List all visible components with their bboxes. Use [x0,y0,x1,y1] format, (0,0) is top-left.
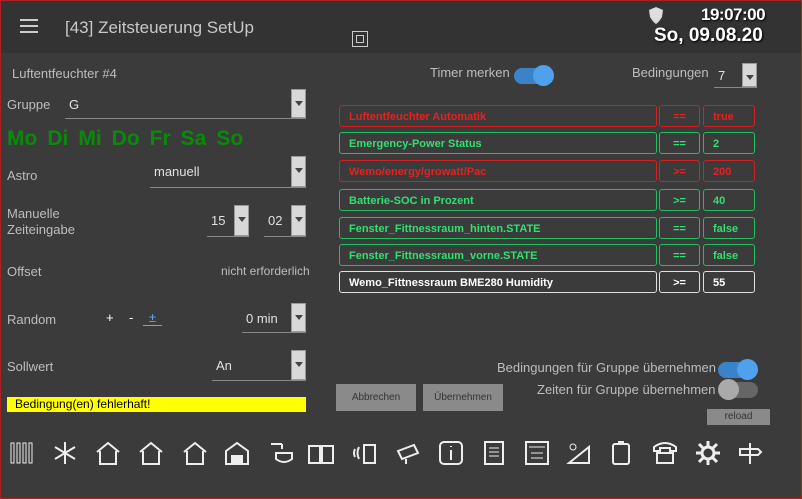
day-so[interactable]: So [216,127,243,150]
header-bar: [43] Zeitsteuerung SetUp 19:07:00 So, 09… [1,1,801,53]
clock-time: 19:07:00 [701,5,766,24]
random-plusminus-button[interactable]: ± [143,310,162,326]
day-di[interactable]: Di [47,127,68,150]
camera-icon[interactable] [394,439,422,467]
reload-button[interactable]: reload [707,409,770,425]
astro-label: Astro [7,168,38,183]
manual-time-label-2: Zeiteingabe [7,222,75,237]
qr-icon[interactable] [352,31,368,47]
solar-icon[interactable] [565,439,593,467]
astro-select[interactable]: manuell [150,156,306,188]
sollwert-label: Sollwert [7,359,54,374]
condition-operator[interactable]: == [659,132,700,154]
group-times-label: Zeiten für Gruppe übernehmen [537,382,716,397]
shield-icon [649,7,663,24]
chevron-down-icon [742,63,757,87]
chevron-down-icon [291,89,306,118]
menu-icon[interactable] [20,19,38,33]
garage-icon[interactable] [223,439,251,467]
house-og-icon[interactable] [137,439,165,467]
conditions-count-select[interactable]: 7 [714,63,757,88]
weekday-selector: Mo Di Mi Do Fr Sa So [7,127,253,151]
house-dg-icon[interactable] [181,439,209,467]
radiator-icon[interactable] [7,439,35,467]
condition-name[interactable]: Emergency-Power Status [339,132,657,154]
condition-operator[interactable]: >= [659,160,700,182]
app-window: [43] Zeitsteuerung SetUp 19:07:00 So, 09… [0,0,802,499]
snowflake-icon[interactable] [51,439,79,467]
random-label: Random [7,312,57,327]
condition-name[interactable]: Wemo/energy/growatt/Pac [339,160,657,182]
apply-button[interactable]: Übernehmen [423,384,503,411]
device-name: Luftentfeuchter #4 [12,66,117,81]
condition-name[interactable]: Wemo_Fittnessraum BME280 Humidity [339,271,657,293]
random-minus-button[interactable]: - [129,310,133,325]
battery-icon[interactable] [607,439,635,467]
timer-toggle[interactable] [514,65,554,86]
day-fr[interactable]: Fr [150,127,171,150]
chevron-down-icon [291,156,306,187]
page-title: [43] Zeitsteuerung SetUp [65,18,255,37]
sollwert-select[interactable]: An [212,350,306,381]
offset-label: Offset [7,264,42,279]
condition-value[interactable]: 55 [703,271,755,293]
condition-value[interactable]: 200 [703,160,755,182]
chevron-down-icon [234,205,249,236]
hour-select[interactable]: 15 [207,205,249,237]
shower-icon[interactable] [266,439,294,467]
random-plus-button[interactable]: + [106,310,114,325]
condition-value[interactable]: false [703,244,755,266]
bottom-toolbar [1,429,801,485]
signal-icon[interactable] [351,439,379,467]
info-icon[interactable] [437,439,465,467]
group-times-toggle[interactable] [718,379,758,400]
condition-name[interactable]: Batterie-SOC in Prozent [339,189,657,211]
conditions-count-label: Bedingungen [632,65,709,80]
day-mi[interactable]: Mi [78,127,101,150]
day-mo[interactable]: Mo [7,127,37,150]
calculator-icon[interactable] [523,439,551,467]
timer-label: Timer merken [430,65,510,80]
chevron-down-icon [291,303,306,332]
house-eg-icon[interactable] [94,439,122,467]
book-icon[interactable] [307,439,335,467]
group-conditions-toggle[interactable] [718,359,758,380]
group-conditions-label: Bedingungen für Gruppe übernehmen [497,360,716,375]
condition-name[interactable]: Luftentfeuchter Automatik [339,105,657,127]
condition-value[interactable]: true [703,105,755,127]
gruppe-label: Gruppe [7,97,51,112]
condition-value[interactable]: 2 [703,132,755,154]
document-icon[interactable] [480,439,508,467]
chevron-down-icon [291,350,306,380]
error-message: Bedingung(en) fehlerhaft! [7,397,306,412]
condition-operator[interactable]: >= [659,189,700,211]
condition-operator[interactable]: == [659,244,700,266]
gruppe-select[interactable]: G [65,89,306,119]
manual-time-label-1: Manuelle [7,206,60,221]
random-select[interactable]: 0 min [242,303,306,333]
condition-value[interactable]: 40 [703,189,755,211]
chevron-down-icon [291,205,306,236]
day-do[interactable]: Do [112,127,140,150]
minute-select[interactable]: 02 [264,205,306,237]
clock-date: So, 09.08.20 [654,25,763,46]
condition-value[interactable]: false [703,217,755,239]
phone-icon[interactable] [651,439,679,467]
cancel-button[interactable]: Abbrechen [336,384,416,411]
offset-value: nicht erforderlich [221,264,310,278]
condition-name[interactable]: Fenster_Fittnessraum_vorne.STATE [339,244,657,266]
condition-operator[interactable]: == [659,105,700,127]
condition-operator[interactable]: == [659,217,700,239]
gear-icon[interactable] [694,439,722,467]
day-sa[interactable]: Sa [181,127,207,150]
condition-operator[interactable]: >= [659,271,700,293]
condition-name[interactable]: Fenster_Fittnessraum_hinten.STATE [339,217,657,239]
signpost-icon[interactable] [736,439,764,467]
